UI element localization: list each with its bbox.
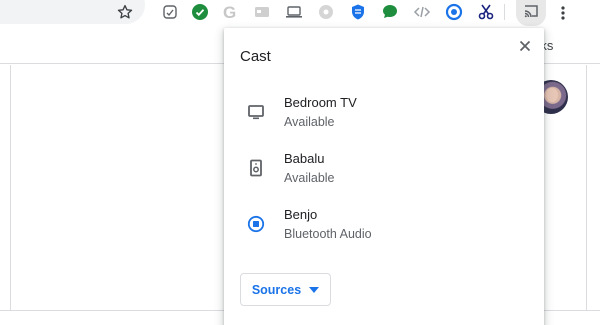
sink-name: Babalu xyxy=(284,151,325,166)
sink-status: Bluetooth Audio xyxy=(284,227,372,241)
sink-benjo[interactable]: Benjo Bluetooth Audio xyxy=(224,200,544,252)
content-right-border xyxy=(586,65,587,310)
star-outline-icon[interactable] xyxy=(114,1,136,23)
browser-window: G rks Cast Bedroom TV Available Babalu A… xyxy=(0,0,600,325)
sink-babalu[interactable]: Babalu Available xyxy=(224,144,544,196)
cast-button[interactable] xyxy=(516,0,546,26)
sources-label: Sources xyxy=(251,282,302,297)
sink-bedroom-tv[interactable]: Bedroom TV Available xyxy=(224,88,544,140)
content-left-border xyxy=(10,65,11,310)
circle-extension-icon[interactable] xyxy=(444,2,464,22)
check-shield-extension-icon[interactable] xyxy=(190,2,210,22)
sources-button[interactable]: Sources xyxy=(240,273,331,306)
browser-toolbar: G xyxy=(0,0,600,26)
close-icon[interactable] xyxy=(517,38,533,54)
sink-status: Available xyxy=(284,171,335,185)
g-extension-icon[interactable]: G xyxy=(220,2,240,22)
tv-icon xyxy=(246,102,266,122)
scissors-extension-icon[interactable] xyxy=(476,2,496,22)
svg-text:G: G xyxy=(223,3,236,21)
sink-name: Benjo xyxy=(284,207,318,222)
window-extension-icon[interactable] xyxy=(252,2,272,22)
code-extension-icon[interactable] xyxy=(412,2,432,22)
gear-extension-icon[interactable] xyxy=(316,2,336,22)
sink-name: Bedroom TV xyxy=(284,95,357,110)
sparkle-extension-icon[interactable] xyxy=(160,2,180,22)
dialog-title: Cast xyxy=(240,48,271,65)
speaker-icon xyxy=(246,158,266,178)
cast-dialog: Cast Bedroom TV Available Babalu Availab… xyxy=(224,28,544,325)
laptop-extension-icon[interactable] xyxy=(284,2,304,22)
sink-status: Available xyxy=(284,115,335,129)
cast-icon xyxy=(523,3,539,24)
chat-bubble-extension-icon[interactable] xyxy=(380,2,400,22)
toolbar-divider xyxy=(504,4,505,20)
active-cast-icon xyxy=(246,214,266,234)
more-vert-icon[interactable] xyxy=(554,2,572,24)
caret-down-icon xyxy=(309,286,320,293)
shield-extension-icon[interactable] xyxy=(348,2,368,22)
